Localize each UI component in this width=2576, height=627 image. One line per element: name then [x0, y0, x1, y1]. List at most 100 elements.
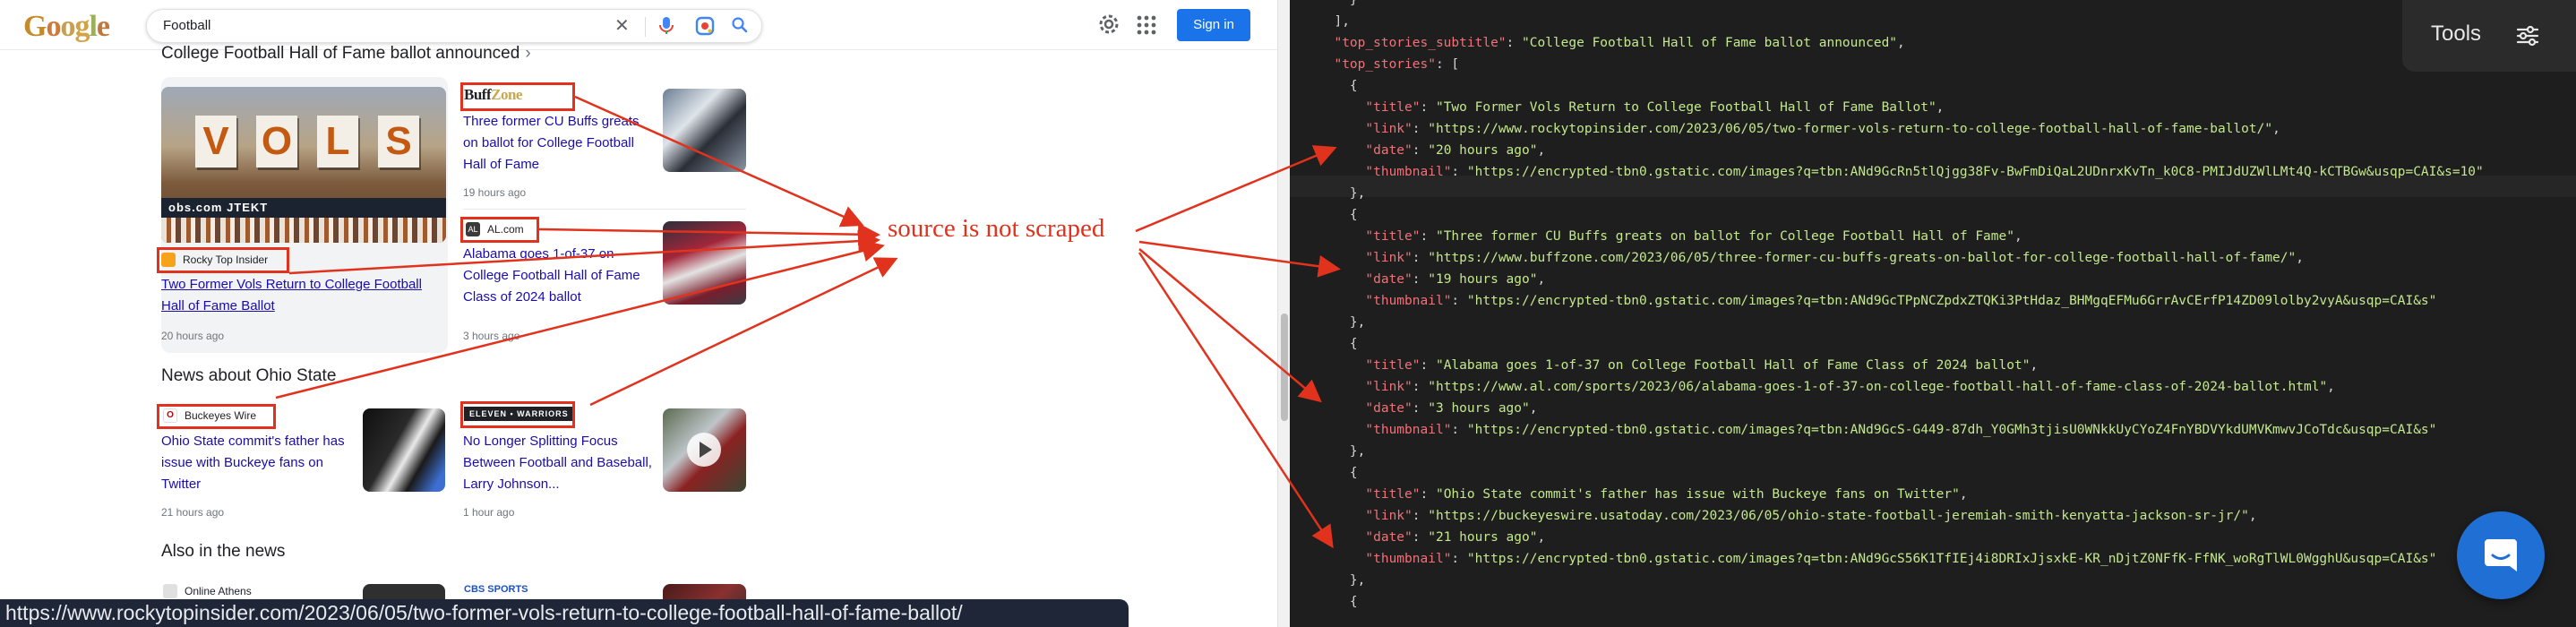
code-line: "title": "Two Former Vols Return to Coll… — [1318, 97, 1944, 118]
code-punctuation: }, — [1318, 186, 1366, 201]
code-colon: : — [1420, 229, 1436, 244]
code-colon: : — [1412, 401, 1429, 416]
code-key: "date" — [1365, 401, 1413, 416]
online-athens-source-name: Online Athens — [185, 585, 252, 597]
code-key: "date" — [1365, 143, 1413, 158]
sign-in-button[interactable]: Sign in — [1177, 9, 1250, 41]
microphone-icon[interactable] — [657, 16, 675, 40]
page-scrollbar-thumb[interactable] — [1281, 314, 1288, 421]
search-top-bar: Google ✕ Sign i — [0, 0, 1277, 50]
code-key: "link" — [1365, 251, 1413, 265]
featured-headline[interactable]: Two Former Vols Return to College Footba… — [161, 274, 448, 317]
code-colon: : — [1420, 100, 1436, 115]
code-string-value: "Alabama goes 1-of-37 on College Footbal… — [1435, 358, 2031, 373]
code-colon: : — [1412, 509, 1429, 523]
buffzone-age: 19 hours ago — [463, 186, 527, 199]
al-thumbnail[interactable] — [663, 221, 746, 305]
page-scrollbar[interactable] — [1277, 0, 1290, 627]
code-colon: : — [1451, 165, 1467, 179]
code-line: "title": "Three former CU Buffs greats o… — [1318, 226, 2022, 247]
code-line: }, — [1318, 441, 1365, 462]
code-punctuation: { — [1318, 466, 1358, 480]
al-headline[interactable]: Alabama goes 1-of-37 on College Football… — [463, 244, 651, 308]
link-hover-status-bar: https://www.rockytopinsider.com/2023/06/… — [0, 599, 1129, 627]
code-line: "date": "20 hours ago", — [1318, 140, 1545, 161]
json-code-view: } ], "top_stories_subtitle": "College Fo… — [1290, 0, 2576, 627]
code-string-value: "College Football Hall of Fame ballot an… — [1522, 36, 1898, 50]
top-stories-heading[interactable]: College Football Hall of Fame ballot ann… — [161, 44, 531, 64]
search-logo[interactable]: Google — [23, 10, 110, 44]
cbs-sports-source[interactable]: CBS SPORTS — [464, 584, 528, 595]
al-age: 3 hours ago — [463, 330, 520, 342]
code-key: "thumbnail" — [1365, 423, 1452, 437]
ohio-state-heading: News about Ohio State — [161, 366, 337, 385]
buckeyes-headline[interactable]: Ohio State commit's father has issue wit… — [161, 431, 354, 495]
online-athens-favicon — [163, 584, 177, 598]
code-key: "date" — [1365, 530, 1413, 545]
code-line: }, — [1318, 570, 1365, 591]
code-comma: , — [2030, 358, 2039, 373]
code-key: "date" — [1365, 272, 1413, 287]
top-stories-heading-text: College Football Hall of Fame ballot ann… — [161, 44, 520, 63]
hero-crowd — [161, 218, 446, 243]
code-line: }, — [1318, 183, 1365, 204]
hero-letter-s: S — [378, 116, 419, 167]
code-colon: : — [1412, 251, 1429, 265]
elevenwarriors-headline[interactable]: No Longer Splitting Focus Between Footba… — [463, 431, 656, 495]
search-input[interactable] — [163, 18, 593, 33]
code-line: { — [1318, 204, 1358, 226]
close-icon[interactable]: ✕ — [614, 16, 630, 36]
code-line: { — [1318, 462, 1358, 484]
code-string-value: "21 hours ago" — [1428, 530, 1538, 545]
search-box-divider — [645, 17, 646, 37]
code-colon: : — [1506, 36, 1522, 50]
code-line: "top_stories_subtitle": "College Footbal… — [1318, 32, 1904, 54]
featured-story-image[interactable]: V O L S obs.com JTEKT — [161, 87, 446, 243]
cbs-sports-logo: CBS SPORTS — [464, 584, 528, 595]
code-line: "link": "https://www.al.com/sports/2023/… — [1318, 376, 2335, 398]
code-string-value: "20 hours ago" — [1428, 143, 1538, 158]
code-line: "thumbnail": "https://encrypted-tbn0.gst… — [1318, 419, 2436, 441]
sliders-icon[interactable] — [2515, 23, 2540, 48]
code-string-value: "https://www.buffzone.com/2023/06/05/thr… — [1428, 251, 2297, 265]
code-punctuation: { — [1318, 337, 1358, 351]
camera-lens-icon[interactable] — [695, 16, 715, 40]
buffzone-thumbnail[interactable] — [663, 89, 746, 172]
code-comma: , — [1936, 100, 1945, 115]
video-play-icon[interactable] — [686, 432, 722, 468]
code-line: "date": "19 hours ago", — [1318, 269, 1545, 290]
code-colon: : — [1451, 294, 1467, 308]
code-punctuation: { — [1318, 208, 1358, 222]
gear-icon[interactable] — [1095, 11, 1122, 38]
code-punctuation: ], — [1318, 14, 1350, 29]
search-results-page: Google ✕ Sign i — [0, 0, 1277, 627]
code-comma: , — [1529, 401, 1538, 416]
code-string-value: "https://buckeyeswire.usatoday.com/2023/… — [1428, 509, 2249, 523]
code-punctuation: }, — [1318, 315, 1366, 330]
code-string-value: "https://encrypted-tbn0.gstatic.com/imag… — [1466, 552, 2437, 566]
elevenwarriors-thumbnail[interactable] — [663, 408, 746, 492]
apps-grid-icon[interactable] — [1136, 14, 1157, 36]
code-line: { — [1318, 75, 1358, 97]
code-line: "link": "https://www.buffzone.com/2023/0… — [1318, 247, 2304, 269]
chat-launcher-button[interactable] — [2457, 511, 2545, 599]
code-colon: : — [1451, 552, 1467, 566]
code-key: "thumbnail" — [1365, 552, 1452, 566]
search-box: ✕ — [146, 9, 762, 43]
code-colon: : — [1451, 423, 1467, 437]
code-string-value: "https://encrypted-tbn0.gstatic.com/imag… — [1466, 294, 2437, 308]
tools-button[interactable]: Tools — [2431, 21, 2481, 47]
buffzone-headline[interactable]: Three former CU Buffs greats on ballot f… — [463, 111, 647, 176]
online-athens-source[interactable]: Online Athens — [163, 584, 252, 598]
search-icon[interactable] — [731, 16, 749, 39]
buckeyes-thumbnail[interactable] — [363, 408, 445, 492]
